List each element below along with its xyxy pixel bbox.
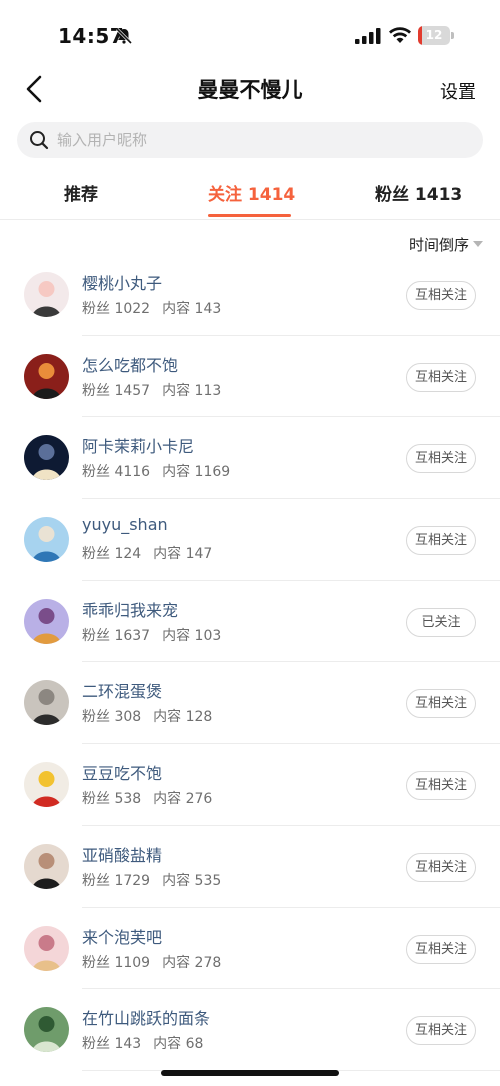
follow-status-button[interactable]: 互相关注	[406, 934, 476, 964]
content-count: 内容 68	[153, 1036, 204, 1053]
fans-count: 粉丝 143	[82, 1036, 142, 1053]
user-stats: 粉丝 1457 内容 113	[82, 380, 221, 400]
settings-button[interactable]: 设置	[440, 78, 476, 104]
follow-status-button[interactable]: 互相关注	[406, 689, 476, 719]
content-count: 内容 143	[162, 301, 222, 317]
user-stats: 粉丝 143 内容 68	[82, 1033, 203, 1053]
tab-fans[interactable]: 粉丝 1413	[375, 180, 462, 205]
search-input[interactable]	[57, 122, 467, 158]
user-name[interactable]: 亚硝酸盐精	[82, 842, 162, 866]
user-name[interactable]: 乖乖归我来宠	[82, 597, 178, 621]
avatar[interactable]	[24, 680, 69, 726]
avatar[interactable]	[24, 435, 69, 481]
list-item[interactable]: 阿卡茉莉小卡尼粉丝 4116 内容 1169 互相关注	[0, 417, 500, 500]
user-stats: 粉丝 1637 内容 103	[82, 625, 221, 645]
fans-count: 粉丝 4116	[82, 464, 151, 481]
follow-status-button[interactable]: 互相关注	[406, 526, 476, 556]
wifi-icon	[389, 27, 411, 43]
status-bar: 14:57 12	[0, 0, 500, 70]
list-item[interactable]: 乖乖归我来宠粉丝 1637 内容 103 已关注	[0, 581, 500, 663]
avatar[interactable]	[24, 843, 69, 889]
search-icon	[30, 131, 49, 150]
user-stats: 粉丝 1109 内容 278	[82, 952, 221, 972]
tab-bar: 推荐 关注 1414 粉丝 1413	[0, 170, 500, 220]
content-count: 内容 278	[162, 954, 222, 971]
follow-status-button[interactable]: 互相关注	[406, 444, 476, 474]
follow-status-button[interactable]: 互相关注	[406, 281, 476, 310]
list-item[interactable]: 樱桃小丸子粉丝 1022 内容 143 互相关注	[0, 254, 500, 336]
content-count: 内容 147	[153, 546, 213, 563]
sort-label: 时间倒序	[408, 236, 469, 254]
list-item[interactable]: 怎么吃都不饱粉丝 1457 内容 113 互相关注	[0, 336, 500, 418]
list-item[interactable]: 二环混蛋煲粉丝 308 内容 128 互相关注	[0, 662, 500, 745]
fans-count: 粉丝 538	[82, 791, 142, 808]
user-stats: 粉丝 1022 内容 143	[82, 298, 221, 318]
user-stats: 粉丝 4116 内容 1169	[82, 461, 230, 481]
home-indicator	[161, 1070, 339, 1076]
cellular-signal-icon	[355, 28, 381, 44]
fans-count: 粉丝 308	[82, 709, 142, 726]
tab-following[interactable]: 关注 1414	[208, 180, 295, 205]
follow-status-button[interactable]: 互相关注	[406, 1016, 476, 1046]
avatar[interactable]	[24, 598, 69, 644]
avatar[interactable]	[24, 517, 69, 563]
user-name[interactable]: 阿卡茉莉小卡尼	[82, 433, 194, 457]
user-name[interactable]: 怎么吃都不饱	[82, 352, 178, 376]
content-count: 内容 113	[162, 382, 222, 399]
avatar[interactable]	[24, 353, 69, 399]
battery-level: 12	[425, 28, 443, 42]
list-item[interactable]: 来个泡芙吧粉丝 1109 内容 278 互相关注	[0, 908, 500, 990]
user-stats: 粉丝 1729 内容 535	[82, 870, 221, 890]
user-name[interactable]: yuyu_shan	[82, 515, 168, 534]
content-count: 内容 276	[153, 791, 213, 808]
tab-recommend[interactable]: 推荐	[64, 180, 98, 205]
content-count: 内容 103	[162, 627, 222, 644]
page-title: 曼曼不慢儿	[197, 78, 303, 102]
user-name[interactable]: 来个泡芙吧	[82, 924, 162, 948]
follow-status-button[interactable]: 互相关注	[406, 852, 476, 882]
search-bar[interactable]	[17, 122, 483, 158]
follow-status-button[interactable]: 互相关注	[406, 771, 476, 801]
fans-count: 粉丝 124	[82, 546, 142, 563]
user-name[interactable]: 樱桃小丸子	[82, 270, 162, 294]
fans-count: 粉丝 1637	[82, 627, 151, 644]
list-item[interactable]: yuyu_shan 粉丝 124 内容 147 互相关注	[0, 499, 500, 581]
battery-icon: 12	[418, 26, 454, 45]
list-item[interactable]: 亚硝酸盐精粉丝 1729 内容 535 互相关注	[0, 826, 500, 908]
list-item[interactable]: 豆豆吃不饱粉丝 538 内容 276 互相关注	[0, 744, 500, 826]
sort-dropdown[interactable]: 时间倒序	[409, 234, 483, 255]
user-name[interactable]: 二环混蛋煲	[82, 678, 162, 702]
user-name[interactable]: 在竹山跳跃的面条	[82, 1005, 210, 1029]
fans-count: 粉丝 1022	[82, 301, 151, 317]
user-stats: 粉丝 538 内容 276	[82, 788, 212, 808]
avatar[interactable]	[24, 272, 69, 317]
follow-status-button[interactable]: 互相关注	[406, 362, 476, 392]
active-tab-indicator	[208, 214, 291, 217]
user-stats: 粉丝 308 内容 128	[82, 706, 212, 726]
list-item[interactable]: 在竹山跳跃的面条粉丝 143 内容 68 互相关注	[0, 989, 500, 1071]
avatar[interactable]	[24, 1007, 69, 1053]
fans-count: 粉丝 1109	[82, 954, 151, 971]
caret-down-icon	[473, 241, 483, 247]
follow-status-button[interactable]: 已关注	[406, 607, 476, 637]
avatar[interactable]	[24, 762, 69, 808]
fans-count: 粉丝 1729	[82, 872, 151, 889]
avatar[interactable]	[24, 925, 69, 971]
following-list: 樱桃小丸子 粉丝 1022 内容 143 互相关注 怎么吃都不饱 粉丝 1457 内容 11…	[0, 254, 500, 1071]
user-name[interactable]: 豆豆吃不饱	[82, 760, 162, 784]
bell-muted-icon	[115, 27, 133, 45]
fans-count: 粉丝 1457	[82, 382, 151, 399]
user-stats: 粉丝 124 内容 147	[82, 543, 212, 563]
content-count: 内容 128	[153, 709, 213, 726]
content-count: 内容 1169	[162, 464, 231, 481]
content-count: 内容 535	[162, 872, 222, 889]
